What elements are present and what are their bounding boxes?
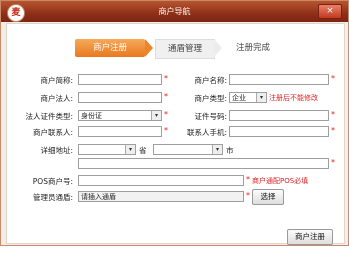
merchant-nav-window: 麦 商户导航 × 商户注册 通盾管理 注册完成 商户简称: * 商户名称: * …	[0, 0, 349, 246]
step-shield-manage: 通盾管理	[155, 39, 222, 59]
contact-phone-label: 联系人手机:	[186, 128, 227, 137]
merchant-alias-label: 商户简称:	[40, 76, 73, 85]
required-mark: *	[246, 191, 250, 200]
required-mark: *	[331, 158, 335, 167]
step-complete: 注册完成	[235, 43, 270, 53]
merchant-type-note: 注册后不能修改	[269, 94, 318, 102]
address-label: 详细地址:	[40, 146, 73, 155]
required-mark: *	[164, 126, 168, 135]
merchant-name-input[interactable]	[229, 74, 329, 85]
required-mark: *	[164, 92, 168, 101]
pos-input[interactable]	[78, 175, 244, 186]
required-mark: *	[331, 74, 335, 83]
contact-label: 商户联系人:	[32, 128, 73, 137]
merchant-type-label: 商户类型:	[194, 94, 227, 103]
contact-input[interactable]	[78, 126, 162, 137]
admin-shield-label: 管理员通盾:	[32, 193, 73, 202]
admin-shield-placeholder: 请插入通盾	[81, 193, 116, 201]
contact-phone-input[interactable]	[229, 126, 329, 137]
legal-person-label: 商户法人:	[40, 94, 73, 103]
id-number-input[interactable]	[229, 110, 329, 121]
chevron-down-icon: ▾	[125, 145, 135, 154]
pos-note: 商户通配POS必填	[252, 177, 309, 185]
required-mark: *	[164, 110, 168, 119]
window-title: 商户导航	[158, 7, 191, 16]
id-number-label: 证件号码:	[194, 112, 227, 121]
province-label: 省	[139, 146, 147, 155]
id-type-value: 身份证	[81, 112, 102, 120]
id-type-label: 法人证件类型:	[25, 112, 73, 121]
id-type-select[interactable]: 身份证 ▾	[78, 110, 162, 121]
legal-person-input[interactable]	[78, 92, 162, 103]
merchant-type-select[interactable]: 企业 ▾	[229, 92, 267, 103]
merchant-alias-input[interactable]	[78, 74, 162, 85]
merchant-type-value: 企业	[232, 94, 246, 102]
close-button[interactable]: ×	[318, 4, 342, 19]
province-select[interactable]: ▾	[78, 144, 136, 155]
chevron-down-icon: ▾	[256, 93, 266, 102]
city-label: 市	[226, 146, 234, 155]
step-register: 商户注册	[75, 39, 153, 57]
required-mark: *	[246, 175, 250, 184]
select-button[interactable]: 选择	[252, 189, 284, 205]
chevron-down-icon: ▾	[151, 111, 161, 120]
city-select[interactable]: ▾	[153, 144, 223, 155]
register-button[interactable]: 商户注册	[287, 229, 333, 245]
status-bar	[0, 246, 349, 254]
street-address-input[interactable]	[78, 158, 329, 169]
required-mark: *	[164, 74, 168, 83]
pos-label: POS商户号:	[32, 177, 73, 186]
required-mark: *	[331, 126, 335, 135]
form-panel: 商户注册 通盾管理 注册完成 商户简称: * 商户名称: * 商户法人: * 商…	[6, 23, 345, 245]
admin-shield-input[interactable]: 请插入通盾	[78, 191, 244, 202]
title-bar: 麦 商户导航 ×	[1, 1, 348, 22]
required-mark: *	[331, 110, 335, 119]
chevron-down-icon: ▾	[212, 145, 222, 154]
merchant-name-label: 商户名称:	[194, 76, 227, 85]
